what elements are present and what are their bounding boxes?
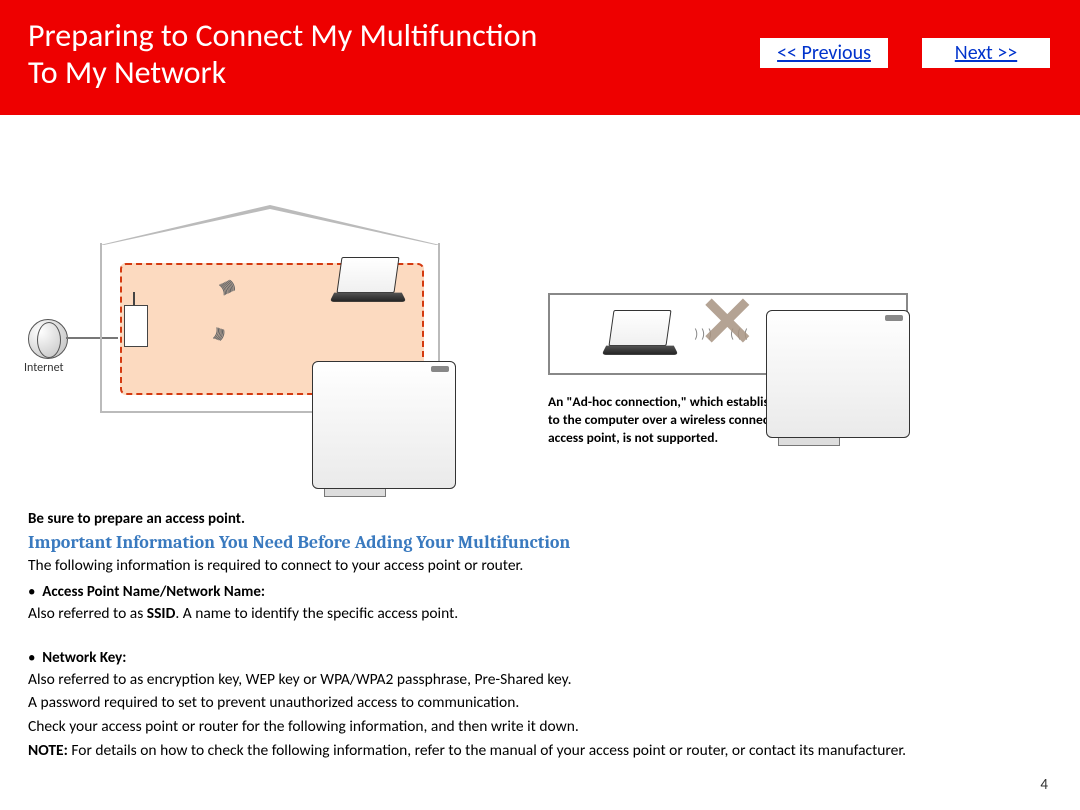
title-line1: Preparing to Connect My Multifunction (28, 16, 537, 55)
bullet1-label: Access Point Name/Network Name: (42, 583, 265, 601)
printer-icon (766, 310, 852, 358)
bullet1-text-b: . A name to identify the specific access… (175, 604, 458, 623)
nav-buttons: << Previous Next >> (760, 38, 1050, 68)
bullet-access-point: • Access Point Name/Network Name: (28, 583, 1052, 601)
bullet2-line2: A password required to set to prevent un… (28, 693, 1052, 714)
router-icon (124, 305, 148, 347)
note-text: For details on how to check the followin… (68, 741, 906, 760)
laptop-icon (604, 310, 676, 358)
note-line: NOTE: For details on how to check the fo… (28, 741, 1052, 762)
section-subheading: Important Information You Need Before Ad… (28, 532, 1052, 553)
intro-text: The following information is required to… (28, 556, 1052, 577)
printer-icon (312, 361, 398, 409)
internet-globe-icon (28, 319, 68, 359)
bullet2-line1: Also referred to as encryption key, WEP … (28, 670, 1052, 691)
not-supported-x-icon: ✕ (698, 287, 757, 357)
title-line2: To My Network (28, 53, 226, 92)
bullet-network-key: • Network Key: (28, 649, 1052, 667)
page-number: 4 (1040, 776, 1048, 794)
header-bar: Preparing to Connect My Multifunction To… (0, 0, 1080, 115)
laptop-icon (332, 257, 404, 305)
bullet2-line3: Check your access point or router for th… (28, 717, 1052, 738)
note-label: NOTE: (28, 741, 68, 760)
bullet2-label: Network Key: (42, 649, 126, 667)
internet-label: Internet (24, 361, 64, 375)
illustration-row: Internet ) ) ) ) ) ) ) ) ) ) ) ) ) ) ) )… (28, 205, 1052, 448)
network-diagram: Internet ) ) ) ) ) ) ) ) ) ) ) ) ) ) ) (28, 205, 448, 425)
adhoc-diagram: ) ) ) ) ) ) ✕ An "Ad-hoc connection," wh… (548, 293, 908, 448)
house-icon: ) ) ) ) ) ) ) ) ) ) ) ) ) ) ) (100, 205, 440, 415)
next-button[interactable]: Next >> (922, 38, 1050, 68)
content-area: Internet ) ) ) ) ) ) ) ) ) ) ) ) ) ) ) )… (0, 115, 1080, 762)
adhoc-box: ) ) ) ) ) ) ✕ (548, 293, 908, 375)
bullet1-text-a: Also referred to as (28, 604, 147, 623)
bullet1-description: Also referred to as SSID. A name to iden… (28, 604, 1052, 625)
previous-button[interactable]: << Previous (760, 38, 888, 68)
prepare-access-point-text: Be sure to prepare an access point. (28, 510, 1052, 528)
ssid-term: SSID (147, 604, 176, 623)
